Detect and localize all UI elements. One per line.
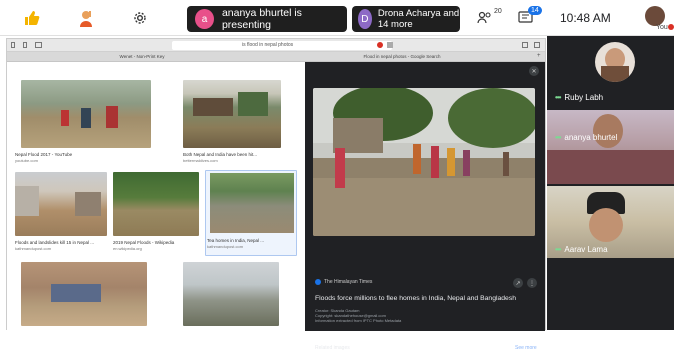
meta-source: Information extracted from IPTC Photo Me… [315, 318, 402, 323]
participants-banner[interactable]: D Drona Acharya and 14 more [352, 6, 460, 32]
presenter-text: ananya bhurtel is presenting [221, 7, 302, 31]
speaking-dots-icon: ••• [555, 133, 561, 142]
participant-name-1: ••• Ruby Labh [555, 93, 604, 102]
result-source-2: bettermaldives.com [183, 158, 218, 163]
participant-avatar-1 [595, 42, 635, 82]
result-caption-4[interactable]: 2019 Nepal Floods - Wikipedia [113, 240, 174, 245]
self-avatar[interactable] [645, 6, 665, 26]
speaking-dots-icon: ••• [555, 93, 561, 102]
mic-off-indicator [668, 24, 674, 30]
thumbs-up-icon[interactable] [18, 0, 46, 36]
participant-count: 20 [494, 8, 502, 15]
participant-tile-1[interactable]: ••• Ruby Labh [547, 36, 674, 108]
source-name: The Himalayan Times [324, 279, 373, 285]
participant-tile-2[interactable]: ••• ananya bhurtel [547, 110, 674, 184]
meeting-toolbar: a ananya bhurtel is presenting D Drona A… [0, 0, 674, 36]
result-source-5: kathmandupost.com [207, 244, 244, 249]
result-source-4: en.wikipedia.org [113, 246, 142, 251]
preview-source[interactable]: The Himalayan Times [315, 279, 372, 285]
result-image-5 [210, 173, 294, 233]
tab-non-print-key[interactable]: Wenet - Non-Print Key [67, 53, 217, 61]
result-image-3[interactable] [15, 172, 107, 236]
people-icon[interactable] [474, 0, 496, 36]
participant-avatar: D [358, 9, 372, 29]
participants-text: Drona Acharya and 14 more [377, 8, 460, 30]
result-image-2[interactable] [183, 80, 281, 148]
back-icon[interactable] [11, 42, 15, 48]
result-image-4[interactable] [113, 172, 199, 236]
source-logo-icon [315, 279, 321, 285]
tab-google-search[interactable]: Flood in nepal photos - Google Search [327, 53, 477, 61]
image-results: Nepal Flood 2017 - YouTube youtube.com B… [7, 62, 305, 331]
result-image-1[interactable] [21, 80, 151, 148]
result-source-1: youtube.com [15, 158, 38, 163]
see-more-link[interactable]: See more [515, 345, 537, 351]
raise-hand-icon[interactable] [72, 0, 100, 36]
address-bar[interactable]: is flood in nepal photos [172, 41, 392, 50]
participant-name-2: ••• ananya bhurtel [555, 133, 618, 142]
presenter-avatar: a [195, 9, 214, 29]
share-icon[interactable] [522, 42, 528, 48]
self-label: You [656, 24, 668, 31]
share-button[interactable]: ↗ [513, 278, 523, 288]
browser-tabs: Wenet - Non-Print Key Flood in nepal pho… [7, 52, 545, 62]
new-tab-icon[interactable]: + [537, 53, 541, 59]
result-image-7[interactable] [183, 262, 279, 326]
participant-name-3: ••• Aarav Lama [555, 245, 608, 254]
participant-video-2 [593, 114, 623, 148]
tabs-icon[interactable] [534, 42, 540, 48]
shared-screen: is flood in nepal photos Wenet - Non-Pri… [6, 38, 546, 351]
sidebar-icon[interactable] [35, 42, 42, 48]
speaking-dots-icon: ••• [555, 245, 561, 254]
chat-badge: 14 [528, 6, 542, 15]
clock: 10:48 AM [560, 11, 611, 25]
more-options-icon[interactable]: ⋮ [527, 278, 537, 288]
close-icon[interactable]: ✕ [529, 66, 539, 76]
result-source-3: kathmandupost.com [15, 246, 52, 251]
related-images-label: Related images [315, 345, 350, 351]
participant-tile-3[interactable]: ••• Aarav Lama [547, 186, 674, 258]
presenter-banner[interactable]: a ananya bhurtel is presenting [187, 6, 347, 32]
reload-icon[interactable] [387, 42, 393, 48]
result-caption-5[interactable]: Tea homes in India, Nepal ... [207, 238, 264, 243]
forward-icon[interactable] [23, 42, 27, 48]
browser-toolbar: is flood in nepal photos [7, 39, 545, 52]
settings-gear-icon[interactable] [128, 0, 152, 36]
preview-title[interactable]: Floods force millions to flee homes in I… [315, 295, 516, 302]
result-image-6[interactable] [21, 262, 147, 326]
result-caption-3[interactable]: Floods and landslides kill 15 in Nepal .… [15, 240, 94, 245]
participant-video-3 [589, 208, 623, 242]
preview-image[interactable] [313, 88, 535, 236]
result-caption-1[interactable]: Nepal Flood 2017 - YouTube [15, 152, 72, 157]
preview-metadata: Creator: Skanda Gautam Copyright: skanda… [315, 308, 401, 323]
extension-icon[interactable] [377, 42, 383, 48]
result-caption-2[interactable]: Both Nepal and India have been hit... [183, 152, 257, 157]
image-preview-panel: ✕ The Himalayan Times ↗ ⋮ Floods force m… [305, 62, 545, 351]
participant-sidebar: ••• Ruby Labh ••• ananya bhurtel ••• Aarav … [547, 36, 674, 330]
